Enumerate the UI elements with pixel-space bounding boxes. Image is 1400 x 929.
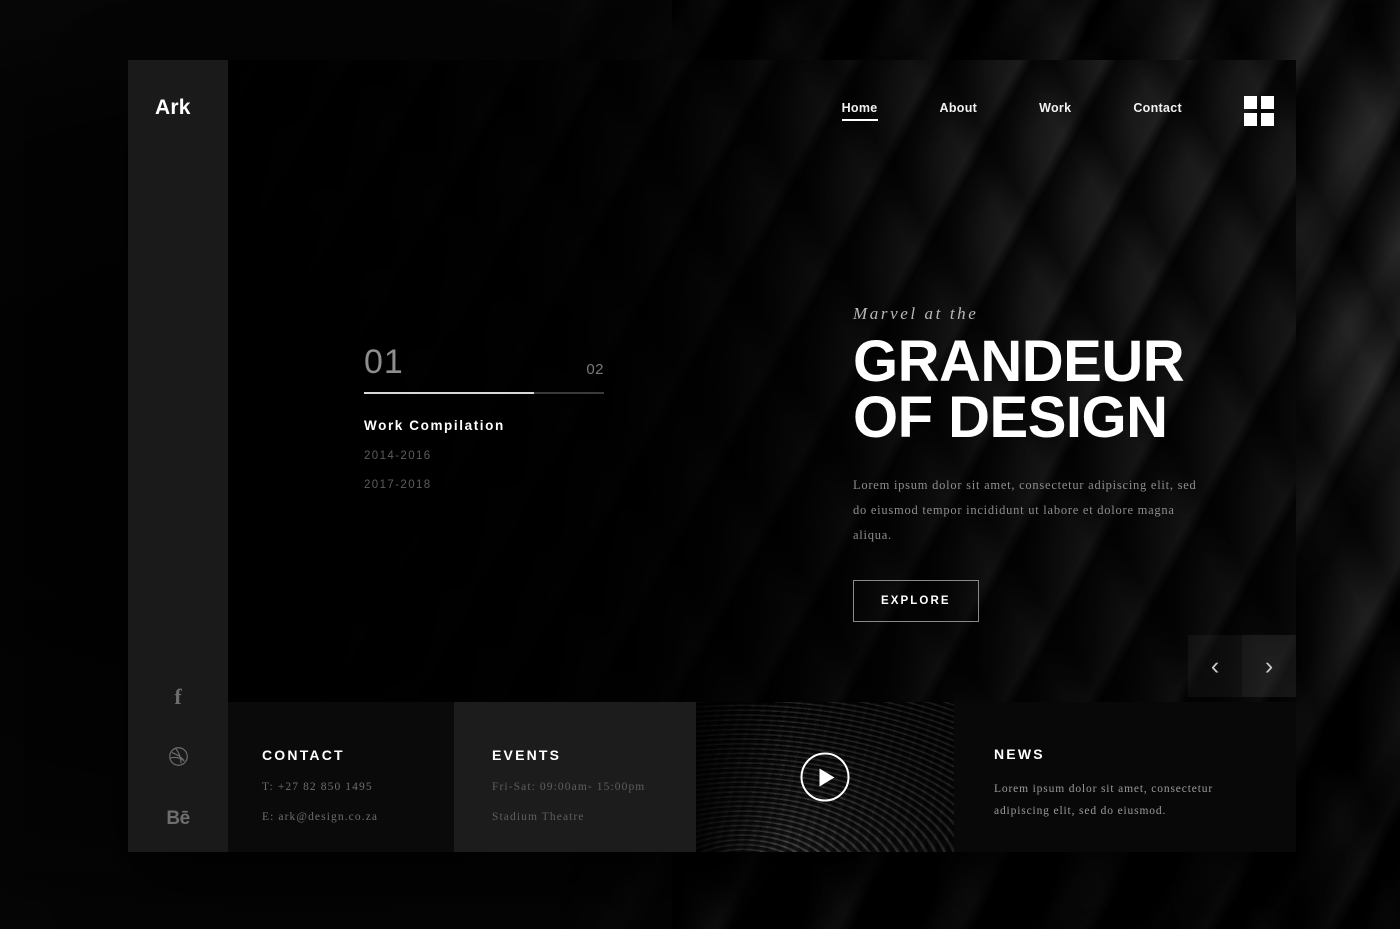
contact-email[interactable]: E: ark@design.co.za bbox=[262, 811, 454, 823]
explore-button[interactable]: EXPLORE bbox=[853, 579, 979, 622]
nav-item-contact[interactable]: Contact bbox=[1133, 101, 1182, 121]
play-triangle bbox=[819, 768, 835, 786]
work-compilation-block: 01 02 Work Compilation 2014-2016 2017-20… bbox=[364, 338, 604, 491]
dribbble-icon[interactable] bbox=[168, 746, 189, 771]
work-title: Work Compilation bbox=[364, 418, 505, 433]
facebook-icon[interactable]: f bbox=[174, 686, 181, 708]
nav-item-work[interactable]: Work bbox=[1039, 101, 1071, 121]
hero-headline-line-1: GRANDEUR bbox=[853, 329, 1185, 394]
grid-menu-icon[interactable] bbox=[1244, 96, 1274, 126]
footer-card-events: EVENTS Fri-Sat: 09:00am- 15:00pm Stadium… bbox=[454, 702, 696, 852]
nav-item-home[interactable]: Home bbox=[841, 101, 878, 121]
carousel-prev-icon[interactable]: ‹ bbox=[1188, 635, 1242, 697]
hero-headline: GRANDEUR OF DESIGN bbox=[853, 333, 1253, 451]
contact-phone[interactable]: T: +27 82 850 1495 bbox=[262, 781, 454, 793]
hero-stage: Home About Work Contact 01 02 Work Compi… bbox=[228, 60, 1296, 852]
hero-headline-line-2: OF DESIGN bbox=[853, 385, 1168, 451]
work-year-range-1: 2014-2016 bbox=[364, 450, 432, 462]
grid-square-1 bbox=[1244, 96, 1257, 109]
footer-strip: CONTACT T: +27 82 850 1495 E: ark@design… bbox=[228, 702, 1296, 852]
contact-heading: CONTACT bbox=[262, 747, 345, 763]
slide-progress-fill bbox=[364, 392, 535, 394]
footer-card-news: NEWS Lorem ipsum dolor sit amet, consect… bbox=[954, 702, 1296, 852]
footer-card-video[interactable] bbox=[696, 702, 954, 852]
events-venue: Stadium Theatre bbox=[492, 811, 585, 823]
hero-copy: Marvel at the GRANDEUR OF DESIGN Lorem i… bbox=[853, 304, 1253, 622]
nav-item-about[interactable]: About bbox=[940, 101, 978, 121]
behance-icon[interactable]: Bē bbox=[166, 809, 190, 828]
carousel-controls: ‹ › bbox=[1188, 635, 1296, 697]
main-navigation: Home About Work Contact bbox=[841, 96, 1274, 126]
slide-counter: 01 02 bbox=[364, 338, 604, 381]
events-hours: Fri-Sat: 09:00am- 15:00pm bbox=[492, 781, 646, 793]
news-heading: NEWS bbox=[994, 746, 1045, 762]
grid-square-3 bbox=[1244, 113, 1257, 126]
social-links: f Bē bbox=[128, 686, 228, 829]
brand-logo[interactable]: Ark bbox=[155, 96, 191, 120]
hero-paragraph: Lorem ipsum dolor sit amet, consectetur … bbox=[853, 477, 1197, 542]
play-icon[interactable] bbox=[800, 752, 850, 802]
left-rail: Ark f Bē bbox=[128, 60, 228, 852]
hero-eyebrow: Marvel at the bbox=[853, 304, 979, 323]
events-heading: EVENTS bbox=[492, 747, 562, 763]
carousel-next-icon[interactable]: › bbox=[1242, 635, 1296, 697]
grid-square-4 bbox=[1261, 113, 1274, 126]
footer-card-contact: CONTACT T: +27 82 850 1495 E: ark@design… bbox=[228, 702, 454, 852]
browser-window: Ark f Bē Home About Work Contact 01 02 W… bbox=[128, 60, 1296, 852]
slide-index-total: 02 bbox=[586, 361, 604, 378]
news-body: Lorem ipsum dolor sit amet, consectetur … bbox=[994, 783, 1214, 818]
slide-progress-track[interactable] bbox=[364, 392, 604, 394]
slide-index-current: 01 bbox=[364, 343, 404, 381]
grid-square-2 bbox=[1261, 96, 1274, 109]
work-year-range-2: 2017-2018 bbox=[364, 479, 432, 491]
